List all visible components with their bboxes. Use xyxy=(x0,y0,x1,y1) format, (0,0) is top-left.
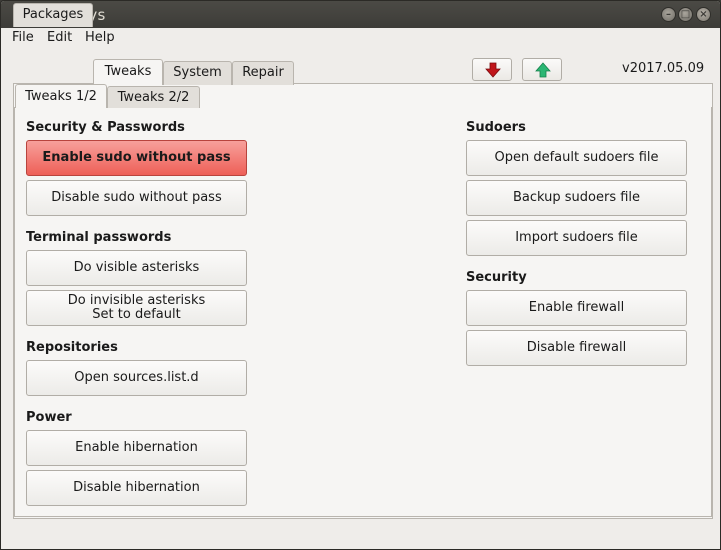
disable-firewall-button[interactable]: Disable firewall xyxy=(466,330,687,366)
update-down-button[interactable] xyxy=(472,58,512,81)
update-up-button[interactable] xyxy=(522,58,562,81)
menu-bar: File Edit Help xyxy=(1,28,720,48)
section-terminal-passwords: Terminal passwords xyxy=(26,230,172,245)
close-icon[interactable]: × xyxy=(696,7,711,22)
title-bar: ubunsys – □ × xyxy=(1,1,720,28)
menu-help[interactable]: Help xyxy=(85,30,115,45)
visible-asterisks-button[interactable]: Do visible asterisks xyxy=(26,250,247,286)
maximize-icon[interactable]: □ xyxy=(678,7,693,22)
menu-edit[interactable]: Edit xyxy=(47,30,72,45)
tab-tweaks-2[interactable]: Tweaks 2/2 xyxy=(107,86,200,108)
import-sudoers-button[interactable]: Import sudoers file xyxy=(466,220,687,256)
tab-system[interactable]: System xyxy=(163,61,232,85)
tab-packages[interactable]: Packages xyxy=(13,3,93,27)
status-bar xyxy=(1,521,720,549)
section-sudoers: Sudoers xyxy=(466,120,526,135)
enable-firewall-button[interactable]: Enable firewall xyxy=(466,290,687,326)
section-security-passwords: Security & Passwords xyxy=(26,120,185,135)
enable-hibernation-button[interactable]: Enable hibernation xyxy=(26,430,247,466)
tab-tweaks[interactable]: Tweaks xyxy=(93,59,163,85)
section-security: Security xyxy=(466,270,527,285)
invisible-asterisks-line2: Set to default xyxy=(92,307,181,322)
arrow-down-red-icon xyxy=(485,62,501,78)
section-repositories: Repositories xyxy=(26,340,118,355)
version-label: v2017.05.09 xyxy=(622,61,705,76)
invisible-asterisks-button[interactable]: Do invisible asterisks Set to default xyxy=(26,290,247,326)
menu-file[interactable]: File xyxy=(12,30,34,45)
section-power: Power xyxy=(26,410,72,425)
disable-sudo-button[interactable]: Disable sudo without pass xyxy=(26,180,247,216)
enable-sudo-button[interactable]: Enable sudo without pass xyxy=(26,140,247,176)
disable-hibernation-button[interactable]: Disable hibernation xyxy=(26,470,247,506)
backup-sudoers-button[interactable]: Backup sudoers file xyxy=(466,180,687,216)
open-default-sudoers-button[interactable]: Open default sudoers file xyxy=(466,140,687,176)
tab-tweaks-1[interactable]: Tweaks 1/2 xyxy=(15,84,107,108)
tab-repair[interactable]: Repair xyxy=(232,61,294,85)
invisible-asterisks-line1: Do invisible asterisks xyxy=(67,293,206,308)
app-window: ubunsys – □ × File Edit Help Packages Tw… xyxy=(0,0,721,550)
minimize-icon[interactable]: – xyxy=(661,7,676,22)
arrow-up-green-icon xyxy=(535,62,551,78)
open-sources-button[interactable]: Open sources.list.d xyxy=(26,360,247,396)
